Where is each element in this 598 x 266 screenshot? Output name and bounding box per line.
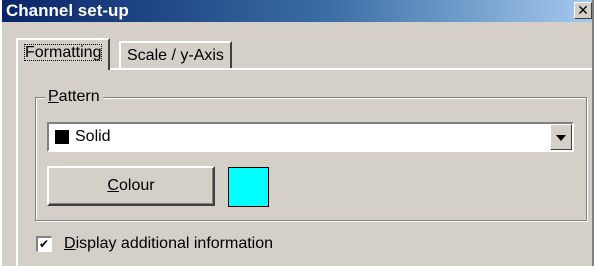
- window-title: Channel set-up: [6, 1, 129, 20]
- close-button[interactable]: ✕: [574, 2, 592, 19]
- title-bar: Channel set-up ✕: [2, 0, 592, 22]
- tab-scale-y-axis-label: Scale / y-Axis: [127, 47, 224, 64]
- tab-scale-y-axis[interactable]: Scale / y-Axis: [119, 41, 232, 69]
- formatting-tab-panel: [16, 68, 592, 266]
- close-icon: ✕: [577, 2, 589, 18]
- tab-formatting-label: Formatting: [24, 44, 103, 61]
- channel-setup-dialog: Channel set-up ✕ Formatting Scale / y-Ax…: [0, 0, 594, 266]
- tab-formatting[interactable]: Formatting: [16, 38, 111, 70]
